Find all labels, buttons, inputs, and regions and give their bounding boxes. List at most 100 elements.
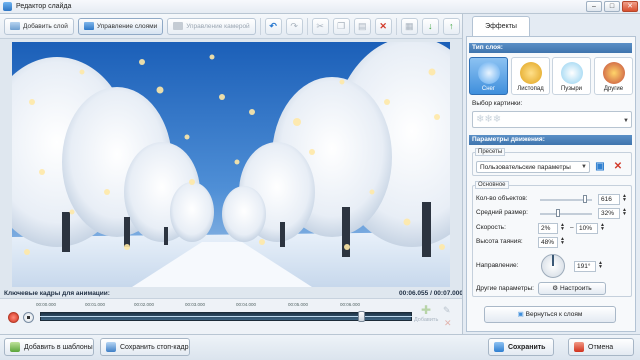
chevron-down-icon: ▼ (623, 118, 629, 124)
configure-button[interactable]: ⚙ Настроить (538, 282, 606, 295)
count-label: Кол-во объектов: (476, 195, 528, 202)
speed-min-stepper[interactable]: ▲ ▼ (560, 223, 565, 232)
maximize-button[interactable]: □ (604, 1, 620, 12)
count-stepper[interactable]: ▲ ▼ (622, 194, 627, 203)
move-down-icon[interactable]: ↓ (421, 17, 439, 35)
redo-icon[interactable]: ↷ (285, 17, 303, 35)
delete-preset-icon[interactable]: ✕ (612, 161, 624, 173)
delete-icon[interactable]: ✕ (374, 17, 392, 35)
snowflake-icon (477, 62, 500, 84)
type-bubbles-label: Пузыри (560, 86, 583, 92)
snowflake-preview-icon: ❄❄❄ (476, 114, 502, 125)
layer-type-header: Тип слоя: (469, 43, 632, 53)
size-stepper[interactable]: ▲ ▼ (622, 208, 627, 217)
tick-label: 00:01.000 (85, 302, 106, 307)
count-input[interactable]: 616 (598, 194, 620, 205)
configure-label: Настроить (559, 285, 592, 292)
keyframes-label: Ключевые кадры для анимации: (4, 290, 110, 297)
layers-icon (83, 22, 94, 30)
camera-icon (173, 22, 184, 30)
window-title: Редактор слайда (16, 3, 72, 10)
type-other-label: Другие (603, 86, 624, 92)
editor-toolbar: Добавить слой Управление слоями Управлен… (0, 14, 462, 39)
align-icon[interactable]: ▦ (400, 17, 418, 35)
slide-preview[interactable] (12, 42, 450, 287)
tick-label: 00:03.000 (185, 302, 206, 307)
save-icon (494, 342, 504, 352)
tick-label: 00:00.000 (36, 302, 57, 307)
camera-icon (106, 342, 116, 352)
save-label: Сохранить (508, 343, 546, 351)
preset-value: Пользовательские параметры (480, 164, 571, 171)
image-select-dropdown[interactable]: ❄❄❄ ▼ (472, 111, 632, 128)
delete-keyframe-icon[interactable]: ✕ (444, 318, 452, 329)
cancel-label: Отмена (588, 343, 614, 351)
minimize-button[interactable]: – (586, 1, 602, 12)
layer-icon (10, 22, 20, 30)
winter-scene-image (12, 42, 450, 287)
speed-max-stepper[interactable]: ▲ ▼ (600, 223, 605, 232)
direction-stepper[interactable]: ▲ ▼ (598, 261, 603, 270)
copy-icon[interactable]: ❐ (332, 17, 350, 35)
size-input[interactable]: 32% (598, 208, 620, 219)
edit-keyframe-icon[interactable]: ✎ (443, 305, 451, 316)
manage-layers-button[interactable]: Управление слоями (77, 17, 164, 35)
direction-dial-needle (552, 255, 554, 266)
melt-height-input[interactable]: 48% (538, 237, 558, 248)
type-leaves-label: Листопад (517, 86, 544, 92)
size-slider-thumb[interactable] (556, 209, 560, 217)
count-slider-thumb[interactable] (583, 195, 587, 203)
window-controls: – □ ✕ (586, 1, 638, 12)
speed-min-input[interactable]: 2% (538, 223, 558, 234)
type-leaves-card[interactable]: Листопад (511, 57, 550, 95)
type-snow-card[interactable]: Снег (469, 57, 508, 95)
motion-params-header: Параметры движения: (469, 135, 632, 145)
tick-label: 00:05.000 (288, 302, 309, 307)
presets-title: Пресеты (475, 148, 506, 156)
title-bar: Редактор слайда – □ ✕ (0, 0, 640, 14)
speed-range-dash: – (570, 224, 574, 231)
move-up-icon[interactable]: ↑ (442, 17, 460, 35)
add-keyframe-button[interactable]: ✚ Добавить (414, 304, 438, 330)
keyframe-track-line (40, 316, 412, 317)
tab-effects[interactable]: Эффекты (472, 16, 530, 36)
preset-dropdown[interactable]: Пользовательские параметры ▼ (476, 161, 590, 173)
record-button[interactable] (8, 312, 19, 323)
stop-button[interactable] (23, 312, 34, 323)
back-to-layers-label: Вернуться к слоям (525, 311, 583, 318)
direction-input[interactable]: 191° (574, 261, 596, 272)
template-icon (10, 342, 20, 352)
type-other-card[interactable]: Другие (594, 57, 633, 95)
add-keyframe-label: Добавить (414, 317, 439, 323)
cut-icon[interactable]: ✂ (311, 17, 329, 35)
back-to-layers-button[interactable]: ▣ Вернуться к слоям (484, 306, 616, 323)
add-to-templates-label: Добавить в шаблоны (24, 343, 93, 351)
bubble-icon (560, 62, 583, 84)
paste-icon[interactable]: ▤ (353, 17, 371, 35)
leaf-icon (519, 62, 542, 84)
image-select-label: Выбор картинки: (472, 100, 523, 107)
type-bubbles-card[interactable]: Пузыри (552, 57, 591, 95)
melt-height-stepper[interactable]: ▲ ▼ (560, 237, 565, 246)
toolbar-divider (306, 17, 308, 35)
add-layer-label: Добавить слой (23, 22, 68, 30)
size-label: Средний размер: (476, 209, 528, 216)
cancel-button[interactable]: Отмена (568, 338, 634, 356)
save-button[interactable]: Сохранить (488, 338, 554, 356)
size-slider-rail (540, 213, 592, 215)
other-effects-icon (602, 62, 625, 84)
toolbar-divider (395, 17, 397, 35)
close-button[interactable]: ✕ (622, 1, 638, 12)
speed-max-input[interactable]: 10% (576, 223, 598, 234)
manage-camera-button[interactable]: Управление камерой (167, 17, 256, 35)
save-frame-label: Сохранить стоп-кадр (120, 343, 189, 351)
add-layer-button[interactable]: Добавить слой (4, 17, 74, 35)
undo-icon[interactable]: ↶ (264, 17, 282, 35)
tick-label: 00:02.000 (134, 302, 155, 307)
save-frame-button[interactable]: Сохранить стоп-кадр (100, 338, 190, 356)
add-to-templates-button[interactable]: Добавить в шаблоны (4, 338, 94, 356)
save-preset-icon[interactable]: ▣ (594, 161, 606, 173)
timeline-playhead[interactable] (357, 311, 365, 322)
settings-icon: ⚙ (552, 285, 559, 292)
cancel-icon (574, 342, 584, 352)
